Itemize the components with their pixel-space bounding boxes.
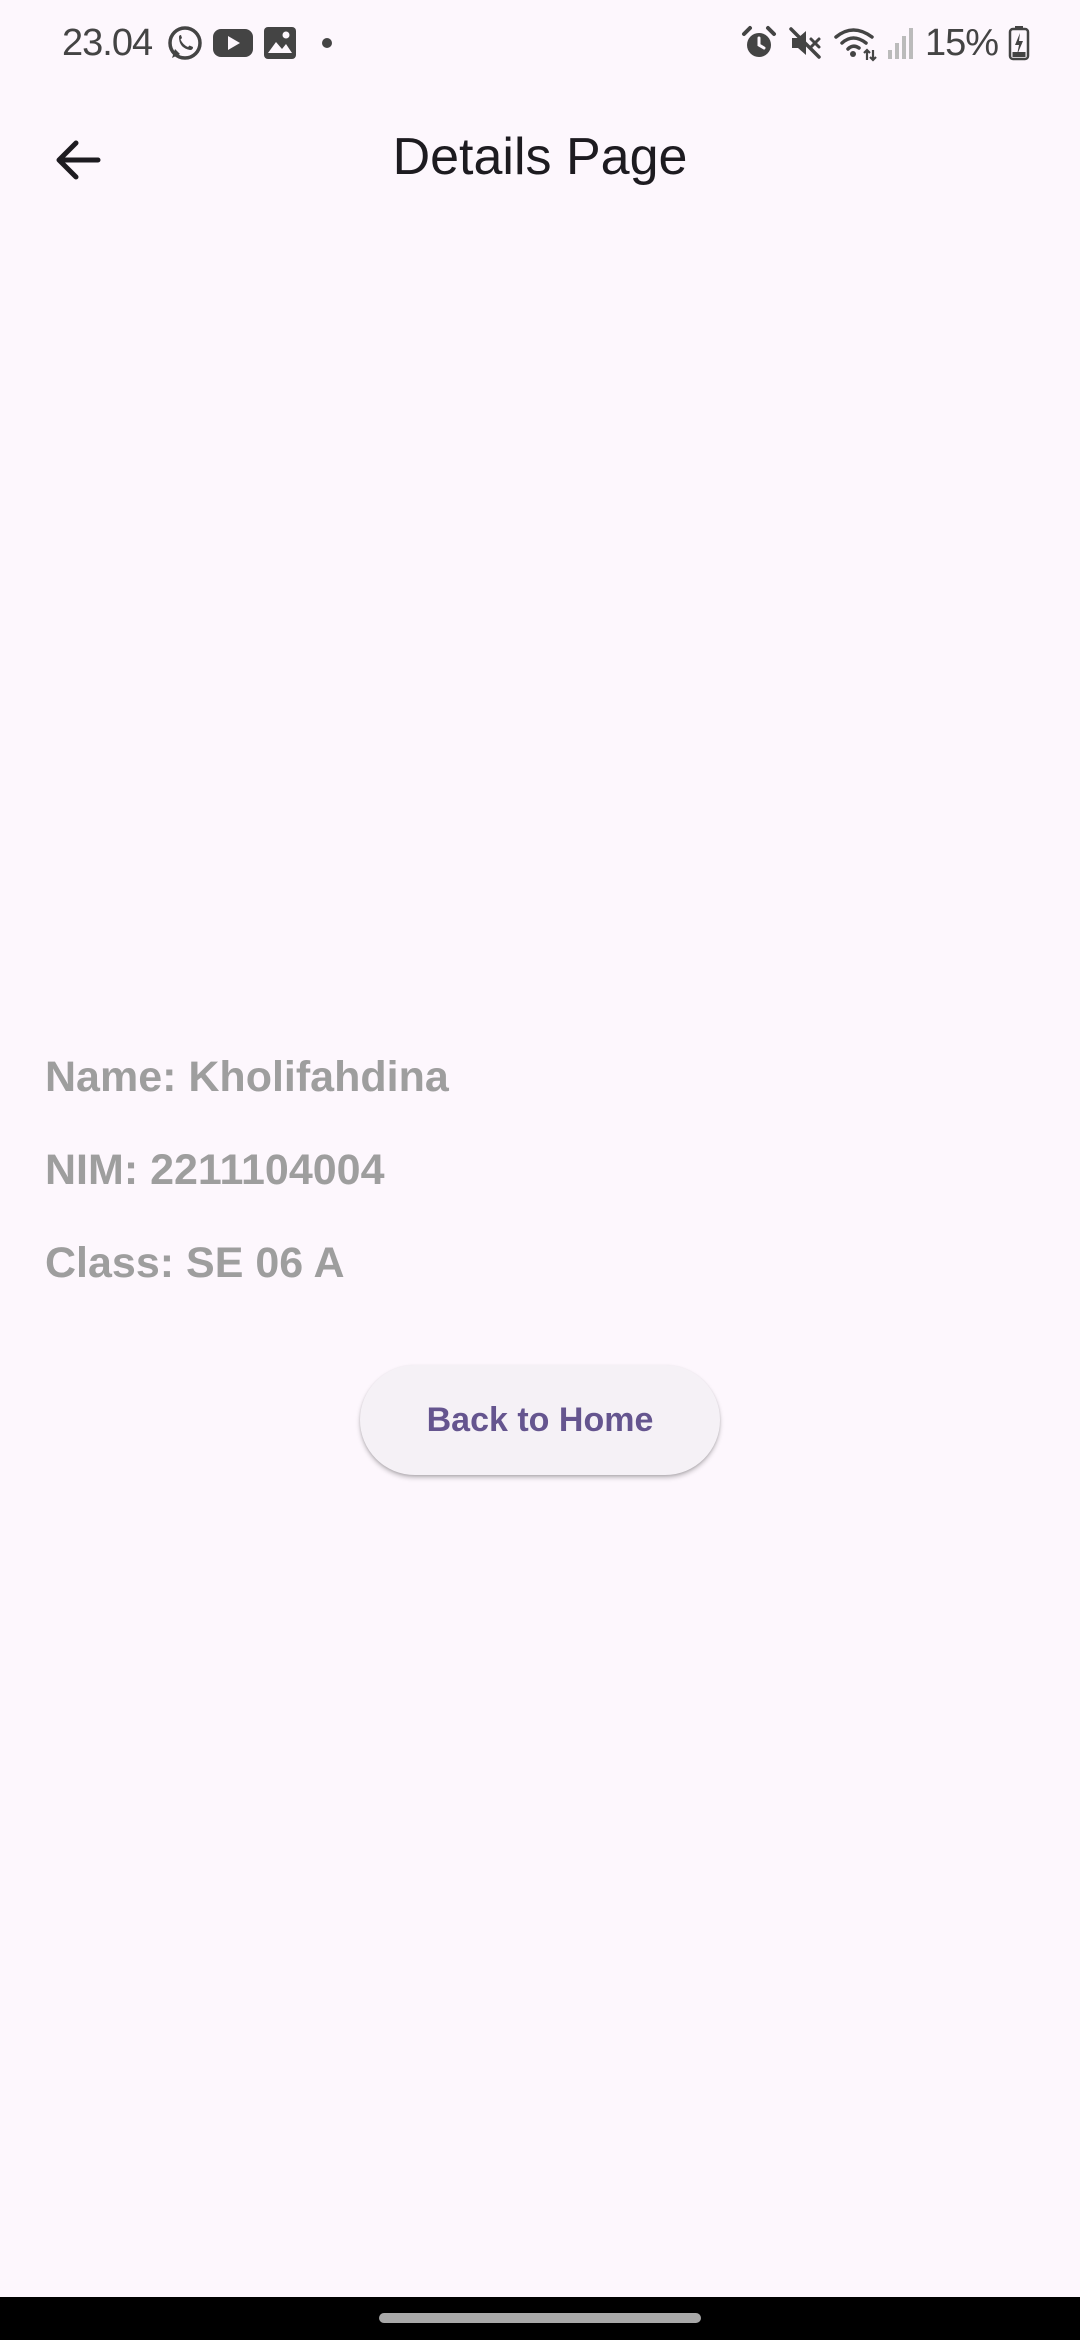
system-nav-bar — [0, 2297, 1080, 2340]
student-details: Name: Kholifahdina NIM: 2211104004 Class… — [45, 1045, 449, 1324]
status-bar: 23.04 15% — [0, 0, 1080, 86]
youtube-icon — [212, 27, 254, 59]
mute-icon — [787, 25, 823, 61]
status-bar-left: 23.04 — [62, 18, 334, 68]
student-class: Class: SE 06 A — [45, 1239, 345, 1287]
whatsapp-icon — [166, 24, 204, 62]
alarm-icon — [741, 25, 777, 61]
home-gesture-handle[interactable] — [379, 2313, 701, 2323]
status-bar-right: 15% — [741, 18, 1030, 68]
details-screen: 23.04 15% Details Page Name: Kholifahdin… — [0, 0, 1080, 2340]
page-title: Details Page — [392, 128, 688, 186]
battery-charging-icon — [1008, 25, 1030, 61]
status-time: 23.04 — [62, 21, 153, 64]
student-nim: NIM: 2211104004 — [45, 1146, 385, 1194]
wifi-icon — [833, 24, 877, 62]
app-bar: Details Page — [0, 100, 1080, 220]
signal-icon — [887, 26, 915, 60]
back-to-home-button[interactable]: Back to Home — [360, 1365, 720, 1475]
gallery-icon — [262, 25, 298, 61]
battery-percent: 15% — [924, 21, 999, 64]
student-name: Name: Kholifahdina — [45, 1053, 449, 1101]
dot-icon — [320, 36, 334, 50]
